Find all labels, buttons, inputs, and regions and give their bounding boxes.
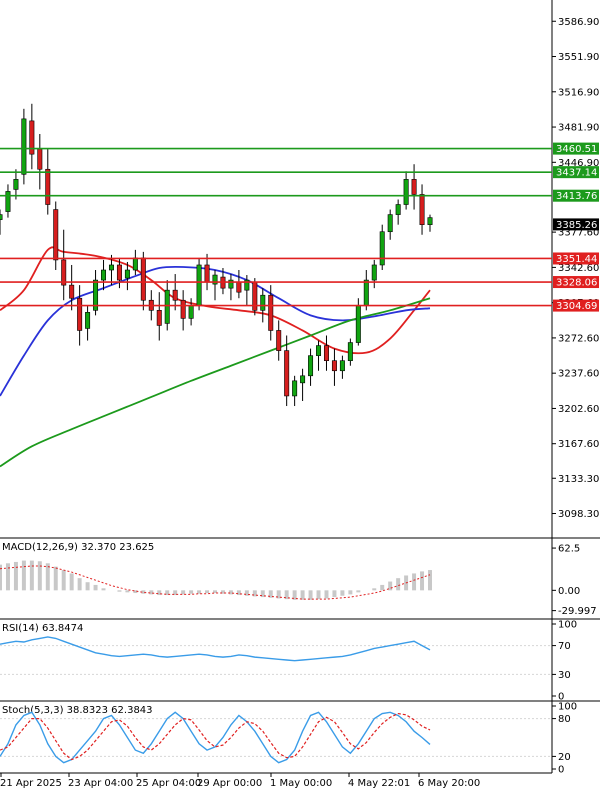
price-tick-label: 3133.30 (558, 474, 599, 485)
candle-body (188, 304, 194, 319)
candle-body (196, 264, 202, 306)
price-tick-label: 3202.60 (558, 404, 599, 415)
price-tick-label: 3516.90 (558, 87, 599, 98)
time-tick-label: 29 Apr 00:00 (197, 778, 262, 789)
candle-body (339, 360, 345, 372)
candle-body (180, 299, 186, 319)
candle-body (101, 269, 107, 281)
candle-body (172, 289, 178, 301)
candle-body (156, 310, 162, 326)
time-tick-label: 21 Apr 2025 (0, 778, 62, 789)
candle-body (331, 360, 337, 372)
candle-body (387, 214, 393, 233)
current-price-label: 3385.26 (556, 220, 597, 231)
indicator-tick-label: 30 (558, 670, 571, 681)
candle-body (53, 209, 59, 261)
indicator-tick-label: -29.997 (558, 606, 597, 617)
candle-body (37, 148, 43, 170)
candle-body (379, 231, 385, 266)
chart-background (0, 0, 600, 790)
candle-body (411, 179, 417, 195)
time-tick-label: 25 Apr 04:00 (136, 778, 201, 789)
level-price-label: 3351.44 (556, 254, 597, 265)
trading-chart: 3586.903551.903516.903481.903446.903377.… (0, 0, 600, 790)
candle-body (371, 264, 377, 281)
candle-body (395, 204, 401, 215)
candle-body (204, 264, 210, 283)
indicator-tick-label: 100 (558, 702, 577, 713)
indicator-tick-label: 0.00 (558, 586, 580, 597)
candle-body (363, 279, 369, 306)
time-tick-label: 23 Apr 04:00 (68, 778, 133, 789)
level-price-label: 3437.14 (556, 168, 597, 179)
candle-body (0, 214, 3, 220)
candle-body (300, 375, 306, 384)
price-tick-label: 3237.60 (558, 369, 599, 380)
indicator-tick-label: 100 (558, 620, 577, 631)
price-tick-label: 3481.90 (558, 123, 599, 134)
candle-body (236, 281, 242, 293)
candle-body (323, 345, 329, 361)
candle-body (347, 342, 353, 361)
candle-body (13, 179, 19, 190)
candle-body (124, 269, 130, 279)
price-tick-label: 3167.60 (558, 439, 599, 450)
candle-body (116, 264, 122, 281)
candle-body (5, 191, 11, 212)
indicator-label: Stoch(5,3,3) 38.8323 62.3843 (2, 705, 153, 716)
candle-body (403, 179, 409, 205)
level-price-label: 3304.69 (556, 301, 597, 312)
chart-root: 3586.90 3551.90 3516.90 3481.90 3446.90 3377.… (0, 0, 600, 790)
price-tick-label: 3098.30 (558, 509, 599, 520)
indicator-tick-label: 0 (558, 765, 564, 776)
candle-body (308, 355, 314, 377)
candle-body (132, 257, 138, 271)
candle-body (21, 118, 27, 175)
candle-body (69, 284, 75, 299)
candle-body (355, 304, 361, 343)
level-price-label: 3460.51 (556, 144, 597, 155)
candle-body (140, 257, 146, 301)
candle-body (284, 350, 290, 397)
candle-body (316, 345, 322, 356)
candle-body (260, 294, 266, 311)
price-tick-label: 3272.60 (558, 333, 599, 344)
price-tick-label: 3551.90 (558, 52, 599, 63)
candle-body (419, 194, 425, 225)
time-tick-label: 6 May 20:00 (418, 778, 480, 789)
candle-body (77, 297, 83, 331)
candle-body (45, 168, 51, 205)
price-tick-label: 3586.90 (558, 17, 599, 28)
time-tick-label: 4 May 22:01 (348, 778, 410, 789)
candle-body (108, 264, 114, 271)
candle-body (292, 380, 298, 397)
indicator-label: MACD(12,26,9) 32.370 23.625 (2, 542, 154, 553)
indicator-tick-label: 62.5 (558, 544, 580, 555)
indicator-tick-label: 70 (558, 641, 571, 652)
candle-body (85, 312, 91, 329)
indicator-tick-label: 20 (558, 752, 571, 763)
candle-body (276, 330, 282, 351)
indicator-label: RSI(14) 63.8474 (2, 623, 83, 634)
candle-body (268, 294, 274, 331)
level-price-label: 3413.76 (556, 191, 597, 202)
indicator-tick-label: 80 (558, 714, 571, 725)
time-tick-label: 1 May 00:00 (270, 778, 332, 789)
candle-body (164, 289, 170, 324)
candle-body (427, 217, 433, 225)
level-price-label: 3328.06 (556, 278, 597, 289)
